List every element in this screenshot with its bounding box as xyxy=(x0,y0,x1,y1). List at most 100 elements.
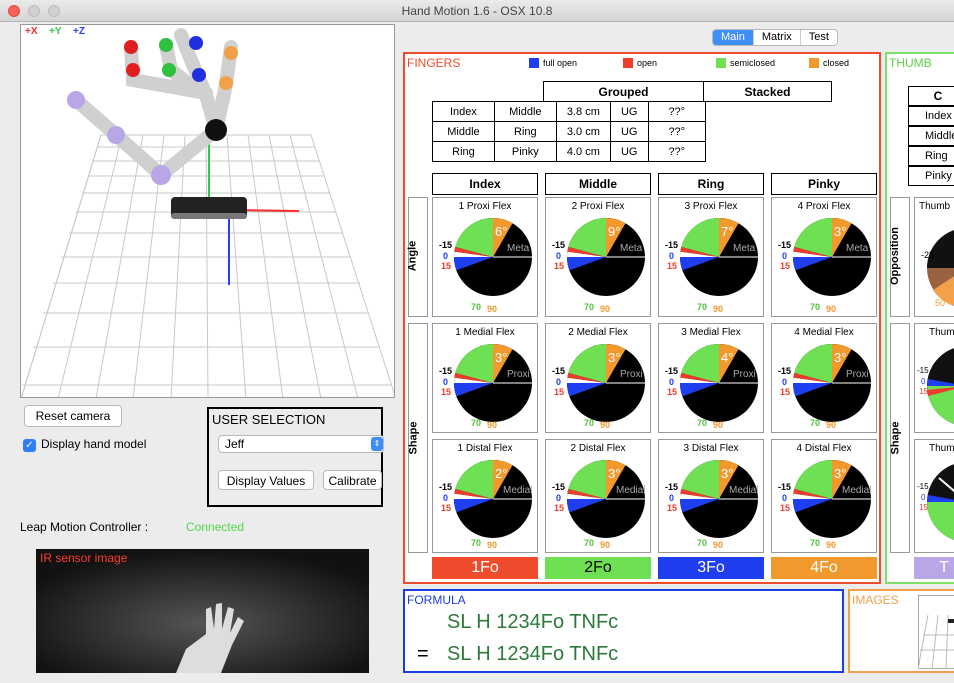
flex-dial-3-proxi: 3 Medial Flex 4° Proxi -15 0 15 70 90 xyxy=(658,323,764,433)
dial-value: 3° xyxy=(721,466,734,481)
dial-value: 3° xyxy=(608,466,621,481)
angle-label: Angle xyxy=(406,240,419,272)
dial-scale-open: 15 xyxy=(441,503,452,513)
dial-reference: Proxi xyxy=(733,369,756,380)
flex-dial-3-medial: 3 Distal Flex 3° Medial -15 0 15 70 90 xyxy=(658,439,764,553)
flex-dial-4-proxi: 4 Medial Flex 3° Proxi -15 0 15 70 90 xyxy=(771,323,877,433)
dial-chart xyxy=(793,218,871,296)
user-select-dropdown[interactable]: Jeff xyxy=(218,435,384,453)
thumb-row-label-opposition: Opposition xyxy=(889,197,910,317)
flex-dial-1-medial: 1 Distal Flex 2° Medial -15 0 15 70 90 xyxy=(432,439,538,553)
dial-scale-closed: 90 xyxy=(600,304,611,314)
dial-scale-neg: -15 xyxy=(439,366,453,376)
formula-line-2: SL H 1234Fo TNFc xyxy=(447,643,619,665)
y-axis-label: +Y xyxy=(49,26,62,37)
minimize-window-button[interactable] xyxy=(28,5,40,17)
dial-scale-semi: 70 xyxy=(697,538,708,548)
close-window-button[interactable] xyxy=(8,5,20,17)
dial-scale-open: 15 xyxy=(441,261,452,271)
dial-value: 3° xyxy=(495,350,508,365)
dial-chart xyxy=(454,218,532,296)
display-values-button[interactable]: Display Values xyxy=(218,470,314,490)
dial-scale-zero: 0 xyxy=(556,493,562,503)
dial-reference: Medial xyxy=(729,485,759,496)
dial-reference: Medial xyxy=(503,485,533,496)
dial-scale-semi: 70 xyxy=(584,302,595,312)
dial-scale-semi: 70 xyxy=(810,302,821,312)
thumb-title: THUMB xyxy=(889,56,932,70)
dial-scale-open: 15 xyxy=(554,503,565,513)
legend-open: open xyxy=(637,58,658,68)
dial-scale-zero: 0 xyxy=(669,251,675,261)
dial-value: 9° xyxy=(608,224,621,239)
hand-3d-viewport[interactable]: +X +Y +Z xyxy=(20,24,395,398)
dial-scale-zero: 0 xyxy=(443,493,449,503)
fingers-panel: FINGERS full open open semiclosed closed… xyxy=(403,52,881,584)
dial-scale-neg: -15 xyxy=(439,482,453,492)
thumb-row-middle: Middle xyxy=(908,126,954,146)
grouped-cell: ??° xyxy=(647,101,707,122)
thumb-table-header: C xyxy=(908,86,954,106)
dial-chart xyxy=(454,460,532,538)
row-label-shape: Shape xyxy=(408,323,428,553)
dropdown-chevron-icon[interactable]: ⇕ xyxy=(371,437,383,451)
reset-camera-button[interactable]: Reset camera xyxy=(24,405,122,427)
legend-swatch-open xyxy=(623,58,633,68)
finger-code-1: 1Fo xyxy=(432,557,538,579)
grouped-cell: 4.0 cm xyxy=(555,141,611,162)
dial-reference: Meta xyxy=(846,243,869,254)
dial-reference: Medial xyxy=(616,485,646,496)
grouped-cell: Ring xyxy=(493,121,557,142)
tab-test[interactable]: Test xyxy=(801,30,837,45)
dial-scale-zero: 0 xyxy=(669,377,675,387)
dial-scale-zero: 0 xyxy=(669,493,675,503)
finger-code-4: 4Fo xyxy=(771,557,877,579)
dial-scale-open: 15 xyxy=(667,503,678,513)
dial-scale-neg: -15 xyxy=(552,482,566,492)
flex-dial-4-meta: 4 Proxi Flex 3° Meta -15 0 15 70 90 xyxy=(771,197,877,317)
column-header-index: Index xyxy=(432,173,538,195)
thumb-dial1-scale-pos: 50 xyxy=(935,298,946,308)
window-title: Hand Motion 1.6 - OSX 10.8 xyxy=(401,4,553,18)
dial-scale-open: 15 xyxy=(554,387,565,397)
dial-value: 2° xyxy=(495,466,508,481)
thumb-dial2-scale-zero: 0 xyxy=(921,377,926,386)
grouped-row: Ring Pinky 4.0 cm UG ??° xyxy=(432,141,707,162)
ir-sensor-label: IR sensor image xyxy=(40,551,128,565)
dial-scale-neg: -15 xyxy=(665,482,679,492)
dial-scale-zero: 0 xyxy=(782,377,788,387)
user-selection-title: USER SELECTION xyxy=(212,412,326,427)
thumb-row-pinky: Pinky xyxy=(908,166,954,186)
dial-scale-open: 15 xyxy=(780,387,791,397)
dial-scale-semi: 70 xyxy=(697,302,708,312)
display-hand-model-checkbox[interactable]: ✓ xyxy=(23,439,36,452)
legend-swatch-semiclosed xyxy=(716,58,726,68)
dial-scale-closed: 90 xyxy=(600,420,611,430)
tab-matrix[interactable]: Matrix xyxy=(754,30,801,45)
thumb-dial1-scale-neg: -25 xyxy=(921,250,935,260)
dial-scale-closed: 90 xyxy=(826,540,837,550)
flex-dial-2-proxi: 2 Medial Flex 3° Proxi -15 0 15 70 90 xyxy=(545,323,651,433)
grouped-header: Grouped xyxy=(543,81,704,102)
calibrate-button[interactable]: Calibrate xyxy=(323,470,382,490)
dial-scale-closed: 90 xyxy=(487,420,498,430)
column-header-pinky: Pinky xyxy=(771,173,877,195)
opposition-label: Opposition xyxy=(889,226,902,286)
legend-closed: closed xyxy=(823,58,850,68)
dial-scale-closed: 90 xyxy=(826,420,837,430)
selected-user: Jeff xyxy=(225,437,245,451)
legend-full-open: full open xyxy=(543,58,578,68)
zoom-window-button[interactable] xyxy=(48,5,60,17)
dial-scale-neg: -15 xyxy=(552,240,566,250)
tab-main[interactable]: Main xyxy=(713,30,754,45)
finger-code-2: 2Fo xyxy=(545,557,651,579)
dial-scale-open: 15 xyxy=(780,503,791,513)
dial-scale-open: 15 xyxy=(554,261,565,271)
formula-line-1: SL H 1234Fo TNFc xyxy=(447,611,619,633)
dial-scale-open: 15 xyxy=(667,261,678,271)
images-title: IMAGES xyxy=(852,593,899,607)
column-header-ring: Ring xyxy=(658,173,764,195)
thumb-shape-label: Shape xyxy=(889,421,902,455)
dial-value: 3° xyxy=(608,350,621,365)
dial-scale-semi: 70 xyxy=(471,538,482,548)
